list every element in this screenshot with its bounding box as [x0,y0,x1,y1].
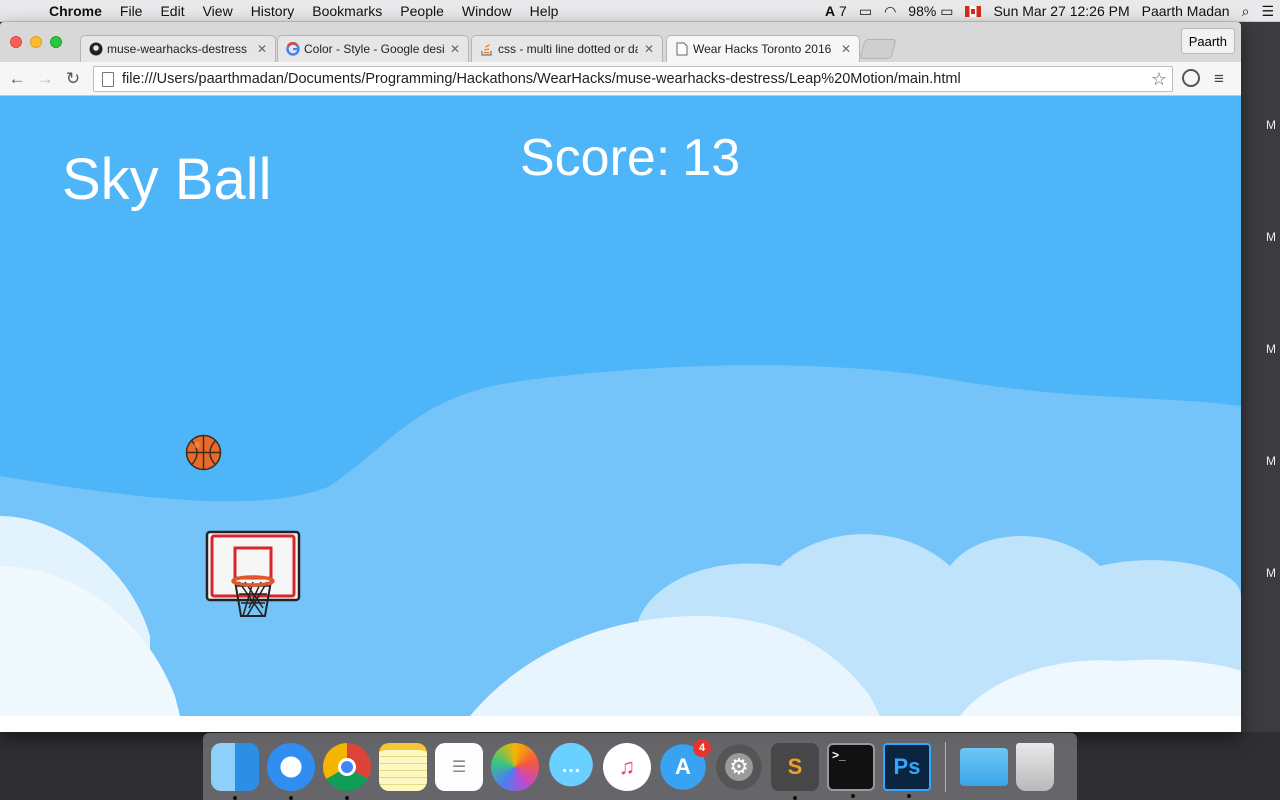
menu-view[interactable]: View [194,3,242,19]
adobe-status[interactable]: A 7 [825,3,847,19]
score-value: 13 [682,129,741,187]
tab-label: Wear Hacks Toronto 2016 [693,42,832,56]
new-tab-button[interactable] [859,39,897,59]
window-controls [10,36,62,48]
score-label: Score: [520,129,671,187]
status-area: A 7 ▭ ◠ 98% ▭ Sun Mar 27 12:26 PM Paarth… [825,0,1274,22]
tab-label: css - multi line dotted or da [498,42,638,56]
background-window-strip: M M M M M [1241,22,1280,732]
photos-icon[interactable] [491,742,539,791]
tab-strip: muse-wearhacks-destress ✕ Color - Style … [0,22,1241,62]
menu-edit[interactable]: Edit [151,3,193,19]
browser-window: muse-wearhacks-destress ✕ Color - Style … [0,22,1241,732]
extension-icon[interactable] [1182,69,1200,87]
page-icon [675,42,689,56]
finder-icon[interactable] [211,742,259,800]
system-preferences-icon[interactable]: ⚙ [715,742,763,791]
bookmark-star-icon[interactable]: ☆ [1146,69,1172,90]
background-label: M [1266,454,1276,468]
battery-percent: 98% [908,2,937,19]
user-name[interactable]: Paarth Madan [1142,3,1230,19]
minimize-window-button[interactable] [30,36,42,48]
basketball-icon [185,434,222,471]
zoom-window-button[interactable] [50,36,62,48]
close-tab-icon[interactable]: ✕ [644,42,654,56]
safari-icon[interactable] [267,742,315,800]
app-store-icon[interactable]: A4 [659,738,711,791]
dock-separator [945,741,946,792]
background-label: M [1266,342,1276,356]
menu-bar: Chrome File Edit View History Bookmarks … [0,0,1280,22]
reload-icon[interactable]: ↻ [59,69,87,89]
folder-icon[interactable] [960,747,1008,786]
photoshop-icon[interactable]: Ps [883,742,931,798]
google-icon [286,42,300,56]
address-bar[interactable]: file:///Users/paarthmadan/Documents/Prog… [93,66,1173,92]
tab-github[interactable]: muse-wearhacks-destress ✕ [80,35,276,62]
tab-stackoverflow[interactable]: css - multi line dotted or da ✕ [471,35,663,62]
close-tab-icon[interactable]: ✕ [841,42,851,56]
sublime-text-icon[interactable]: S [771,742,819,800]
chrome-icon[interactable] [323,742,371,800]
background-label: M [1266,118,1276,132]
clock[interactable]: Sun Mar 27 12:26 PM [993,3,1129,19]
background-label: M [1266,566,1276,580]
menu-people[interactable]: People [391,3,453,19]
menu-help[interactable]: Help [521,3,568,19]
menu-history[interactable]: History [242,3,304,19]
close-tab-icon[interactable]: ✕ [257,42,267,56]
airplay-icon[interactable]: ▭ [859,3,872,20]
reminders-icon[interactable]: ☰ [435,742,483,791]
messages-icon[interactable]: … [547,742,595,791]
close-tab-icon[interactable]: ✕ [450,42,460,56]
menu-app-name[interactable]: Chrome [40,3,111,19]
wifi-icon[interactable]: ◠ [884,3,896,20]
notification-center-icon[interactable]: ☰ [1261,3,1274,20]
trash-icon[interactable] [1016,742,1054,791]
forward-arrow-icon[interactable]: → [31,69,59,89]
app-store-badge: 4 [693,738,711,757]
game-viewport[interactable]: Sky Ball Score: 13 [0,96,1241,716]
adobe-count: 7 [839,3,847,19]
itunes-icon[interactable]: ♫ [603,742,651,791]
adobe-icon: A [825,3,836,19]
tab-wear-hacks[interactable]: Wear Hacks Toronto 2016 ✕ [666,35,860,62]
terminal-icon[interactable]: >_ [827,742,875,798]
dock: ☰ … ♫ A4 ⚙ S >_ Ps [203,733,1077,800]
input-source-flag-icon[interactable] [965,5,982,17]
page-info-icon[interactable] [102,71,114,87]
background-label: M [1266,230,1276,244]
score-display: Score: 13 [520,128,740,188]
menu-bookmarks[interactable]: Bookmarks [303,3,391,19]
chrome-menu-icon[interactable]: ≡ [1214,69,1224,89]
browser-toolbar: ← → ↻ file:///Users/paarthmadan/Document… [0,62,1241,96]
github-icon [89,42,103,56]
notes-icon[interactable] [379,742,427,791]
game-title: Sky Ball [62,147,272,212]
profile-button[interactable]: Paarth [1180,28,1235,54]
tab-label: Color - Style - Google desi [304,42,444,56]
spotlight-search-icon[interactable]: ⌕ [1242,3,1250,20]
back-arrow-icon[interactable]: ← [3,69,31,89]
tab-google-color[interactable]: Color - Style - Google desi ✕ [277,35,469,62]
battery-status[interactable]: 98% ▭ [908,3,953,20]
page-bottom-margin [0,716,1241,732]
close-window-button[interactable] [10,36,22,48]
stackoverflow-icon [480,42,494,56]
basketball-hoop-icon [205,530,301,617]
menu-window[interactable]: Window [453,3,521,19]
tab-label: muse-wearhacks-destress [107,42,248,56]
menu-file[interactable]: File [111,3,152,19]
url-text[interactable]: file:///Users/paarthmadan/Documents/Prog… [122,71,1146,87]
battery-icon: ▭ [940,2,954,19]
